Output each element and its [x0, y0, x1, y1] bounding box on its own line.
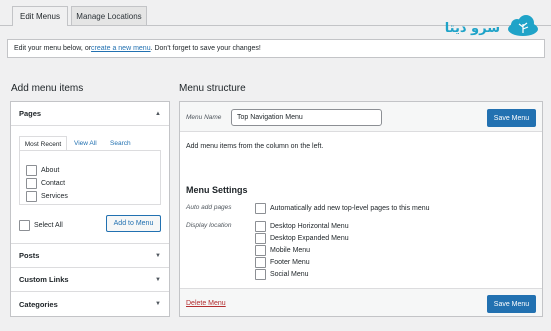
checkbox[interactable]: [26, 165, 37, 176]
location-option[interactable]: Footer Menu: [255, 257, 310, 268]
pages-accordion-header[interactable]: Pages ▲: [11, 102, 169, 126]
accordion-label: Posts: [19, 251, 40, 260]
page-label: About: [41, 167, 60, 174]
menu-instruction: Add menu items from the column on the le…: [186, 143, 324, 150]
pages-checklist: About Contact Services: [19, 150, 161, 205]
display-location-label: Display location: [186, 222, 232, 229]
location-option[interactable]: Social Menu: [255, 269, 309, 280]
page-label: Services: [41, 193, 68, 200]
checkbox[interactable]: [255, 257, 266, 268]
auto-add-option[interactable]: Automatically add new top-level pages to…: [255, 203, 430, 214]
option-label: Social Menu: [270, 271, 309, 278]
pages-tab-search[interactable]: Search: [110, 136, 131, 151]
auto-add-label: Auto add pages: [186, 204, 232, 211]
select-all[interactable]: Select All: [19, 220, 63, 231]
info-notice: Edit your menu below, or create a new me…: [7, 39, 545, 58]
accordion-label: Custom Links: [19, 275, 69, 284]
menu-name-label: Menu Name: [186, 114, 222, 121]
tree-cloud-icon: [506, 14, 540, 42]
menu-settings-heading: Menu Settings: [186, 185, 248, 195]
checkbox[interactable]: [255, 233, 266, 244]
page-label: Contact: [41, 180, 66, 187]
brand-logo: سرو دیتا: [430, 14, 540, 42]
list-item[interactable]: Services: [26, 191, 68, 202]
notice-suffix: . Don't forget to save your changes!: [150, 45, 261, 52]
accordion-custom-links[interactable]: Custom Links ▼: [11, 267, 169, 291]
pages-tab-most-recent[interactable]: Most Recent: [19, 136, 67, 151]
checkbox[interactable]: [255, 221, 266, 232]
tab-edit-menus[interactable]: Edit Menus: [12, 6, 68, 26]
option-label: Desktop Expanded Menu: [270, 235, 349, 242]
location-option[interactable]: Desktop Horizontal Menu: [255, 221, 349, 232]
caret-down-icon: ▼: [155, 301, 161, 307]
add-items-panel: Pages ▲ Most Recent View All Search Abou…: [10, 101, 170, 317]
accordion-categories[interactable]: Categories ▼: [11, 291, 169, 316]
location-option[interactable]: Mobile Menu: [255, 245, 310, 256]
add-menu-items-heading: Add menu items: [11, 83, 84, 94]
add-to-menu-button[interactable]: Add to Menu: [106, 215, 161, 232]
create-menu-link[interactable]: create a new menu: [91, 45, 151, 52]
save-menu-button-top[interactable]: Save Menu: [487, 109, 536, 127]
caret-down-icon: ▼: [155, 276, 161, 283]
list-item[interactable]: Contact: [26, 178, 65, 189]
option-label: Footer Menu: [270, 259, 310, 266]
option-label: Desktop Horizontal Menu: [270, 223, 349, 230]
select-all-label: Select All: [34, 222, 63, 229]
accordion-label: Categories: [19, 299, 58, 309]
menu-name-input[interactable]: Top Navigation Menu: [231, 109, 382, 126]
accordion-posts[interactable]: Posts ▼: [11, 243, 169, 267]
option-label: Mobile Menu: [270, 247, 311, 254]
pages-tab-view-all[interactable]: View All: [74, 136, 97, 151]
notice-prefix: Edit your menu below, or: [14, 45, 92, 52]
menu-structure-panel: Menu Name Top Navigation Menu Save Menu …: [179, 101, 543, 317]
option-label: Automatically add new top-level pages to…: [270, 205, 430, 212]
save-menu-button-bottom[interactable]: Save Menu: [487, 295, 536, 313]
caret-down-icon: ▼: [155, 252, 161, 259]
delete-menu-link[interactable]: Delete Menu: [186, 300, 226, 307]
caret-up-icon: ▲: [155, 110, 161, 117]
tab-manage-locations[interactable]: Manage Locations: [71, 6, 147, 25]
menu-structure-heading: Menu structure: [179, 83, 246, 94]
checkbox[interactable]: [255, 203, 266, 214]
list-item[interactable]: About: [26, 165, 59, 176]
brand-logo-text: سرو دیتا: [444, 20, 500, 36]
select-all-checkbox[interactable]: [19, 220, 30, 231]
checkbox[interactable]: [26, 191, 37, 202]
checkbox[interactable]: [255, 269, 266, 280]
pages-title: Pages: [19, 109, 42, 118]
checkbox[interactable]: [255, 245, 266, 256]
checkbox[interactable]: [26, 178, 37, 189]
location-option[interactable]: Desktop Expanded Menu: [255, 233, 349, 244]
